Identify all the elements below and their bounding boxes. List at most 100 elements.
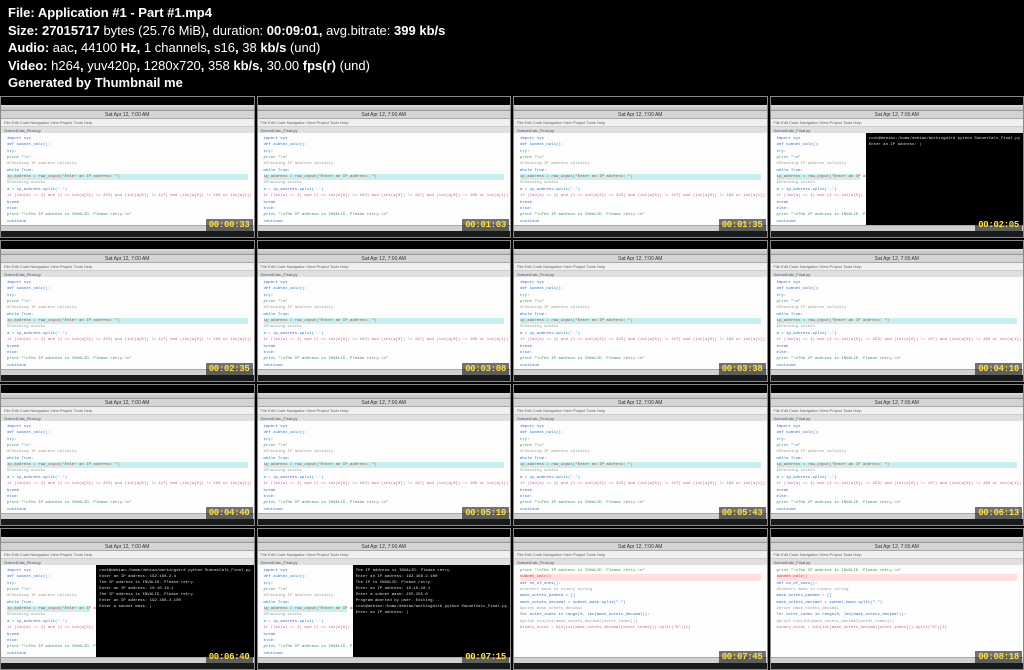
code-editor: print "\nThe IP address is INVALID. Plea…	[514, 565, 767, 661]
menubar: File Edit Code Navigation View Project T…	[771, 407, 1024, 415]
generated-by: Generated by Thumbnail me	[8, 74, 1016, 92]
menubar: File Edit Code Navigation View Project T…	[514, 263, 767, 271]
code-editor: import sysdef subnet_calc(): try: print …	[771, 277, 1024, 373]
timestamp-overlay: 00:04:40	[206, 507, 253, 519]
date-bar: Sat Apr 12, 7:00 AM	[771, 111, 1024, 119]
duration-value: 00:09:01	[267, 23, 319, 38]
file-value: Application #1 - Part #1.mp4	[38, 5, 212, 20]
video-br-unit: kb/s	[233, 58, 259, 73]
timestamp-overlay: 00:02:05	[975, 219, 1022, 231]
timestamp-overlay: 00:08:18	[975, 651, 1022, 663]
timestamp-overlay: 00:02:35	[206, 363, 253, 375]
date-bar: Sat Apr 12, 7:00 AM	[258, 543, 511, 551]
date-bar: Sat Apr 12, 7:00 AM	[258, 111, 511, 119]
menubar: File Edit Code Navigation View Project T…	[514, 119, 767, 127]
timestamp-overlay: 00:00:33	[206, 219, 253, 231]
menubar: File Edit Code Navigation View Project T…	[258, 119, 511, 127]
video-br: 358	[208, 58, 230, 73]
date-bar: Sat Apr 12, 7:00 AM	[258, 255, 511, 263]
audio-ch: 1 channels	[144, 40, 207, 55]
date-bar: Sat Apr 12, 7:00 AM	[514, 399, 767, 407]
audio-s: s16	[214, 40, 235, 55]
editor-body: import sysdef subnet_calc(): try: print …	[258, 565, 511, 661]
timestamp-overlay: 00:03:08	[462, 363, 509, 375]
audio-br: 38	[242, 40, 256, 55]
duration-label: duration:	[213, 23, 264, 38]
menubar: File Edit Code Navigation View Project T…	[514, 407, 767, 415]
menubar: File Edit Code Navigation View Project T…	[771, 551, 1024, 559]
menubar: File Edit Code Navigation View Project T…	[514, 551, 767, 559]
terminal-panel: root@debian:/home/debian/workingdir# pyt…	[96, 565, 253, 661]
audio-und: (und)	[290, 40, 320, 55]
editor-body: print "\nThe IP address is INVALID. Plea…	[514, 565, 767, 661]
thumbnail: Sat Apr 12, 7:00 AMFile Edit Code Naviga…	[0, 96, 255, 238]
editor-body: import sysdef subnet_calc(): try: print …	[258, 421, 511, 517]
editor-body: import sysdef subnet_calc(): try: print …	[771, 421, 1024, 517]
code-editor: import sysdef subnet_calc(): try: print …	[258, 565, 353, 661]
editor-body: import sysdef subnet_calc(): try: print …	[514, 421, 767, 517]
file-label: File:	[8, 5, 35, 20]
menubar: File Edit Code Navigation View Project T…	[771, 263, 1024, 271]
video-res: 1280x720	[144, 58, 201, 73]
audio-codec: aac	[53, 40, 74, 55]
timestamp-overlay: 00:07:15	[462, 651, 509, 663]
menubar: File Edit Code Navigation View Project T…	[1, 263, 254, 271]
video-fps-unit: fps(r)	[303, 58, 336, 73]
date-bar: Sat Apr 12, 7:00 AM	[1, 255, 254, 263]
audio-br-unit: kb/s	[260, 40, 286, 55]
code-editor: import sysdef subnet_calc(): try: print …	[771, 133, 866, 229]
thumbnail: Sat Apr 12, 7:00 AMFile Edit Code Naviga…	[257, 384, 512, 526]
code-editor: import sysdef subnet_calc(): try: print …	[514, 421, 767, 517]
bitrate-unit: kb/s	[419, 23, 445, 38]
editor-body: import sysdef subnet_calc(): try: print …	[1, 277, 254, 373]
video-fps: 30.00	[267, 58, 300, 73]
code-editor: import sysdef subnet_calc(): try: print …	[1, 421, 254, 517]
metadata-header: File: Application #1 - Part #1.mp4 Size:…	[0, 0, 1024, 96]
code-editor: import sysdef subnet_calc(): try: print …	[258, 277, 511, 373]
editor-body: import sysdef subnet_calc(): try: print …	[514, 277, 767, 373]
thumbnail: Sat Apr 12, 7:00 AMFile Edit Code Naviga…	[0, 240, 255, 382]
date-bar: Sat Apr 12, 7:00 AM	[1, 399, 254, 407]
size-unit: bytes	[103, 23, 134, 38]
editor-body: import sysdef subnet_calc(): try: print …	[1, 565, 254, 661]
size-mb: (25.76 MiB)	[138, 23, 205, 38]
thumbnail: Sat Apr 12, 7:00 AMFile Edit Code Naviga…	[770, 96, 1024, 238]
code-editor: import sysdef subnet_calc(): try: print …	[258, 421, 511, 517]
menubar: File Edit Code Navigation View Project T…	[258, 551, 511, 559]
code-editor: import sysdef subnet_calc(): try: print …	[1, 277, 254, 373]
audio-hz-unit: Hz	[121, 40, 137, 55]
thumbnail: Sat Apr 12, 7:00 AMFile Edit Code Naviga…	[770, 384, 1024, 526]
bitrate-value: 399	[394, 23, 416, 38]
size-label: Size:	[8, 23, 38, 38]
thumbnail: Sat Apr 12, 7:00 AMFile Edit Code Naviga…	[770, 528, 1024, 670]
menubar: File Edit Code Navigation View Project T…	[1, 551, 254, 559]
date-bar: Sat Apr 12, 7:00 AM	[771, 399, 1024, 407]
date-bar: Sat Apr 12, 7:00 AM	[771, 543, 1024, 551]
date-bar: Sat Apr 12, 7:00 AM	[514, 543, 767, 551]
video-label: Video:	[8, 58, 48, 73]
audio-hz: 44100	[81, 40, 117, 55]
editor-body: import sysdef subnet_calc(): try: print …	[771, 133, 1024, 229]
thumbnail: Sat Apr 12, 7:00 AMFile Edit Code Naviga…	[0, 528, 255, 670]
date-bar: Sat Apr 12, 7:00 AM	[771, 255, 1024, 263]
video-und: (und)	[340, 58, 370, 73]
code-editor: print "\nThe IP address is INVALID. Plea…	[771, 565, 1024, 661]
thumbnail: Sat Apr 12, 7:00 AMFile Edit Code Naviga…	[257, 96, 512, 238]
code-editor: import sysdef subnet_calc(): try: print …	[771, 421, 1024, 517]
bitrate-label: avg.bitrate:	[326, 23, 390, 38]
editor-body: print "\nThe IP address is INVALID. Plea…	[771, 565, 1024, 661]
menubar: File Edit Code Navigation View Project T…	[1, 119, 254, 127]
terminal-panel: The IP address is INVALID. Please retry.…	[353, 565, 510, 661]
timestamp-overlay: 00:05:43	[719, 507, 766, 519]
menubar: File Edit Code Navigation View Project T…	[258, 407, 511, 415]
video-pix: yuv420p	[87, 58, 136, 73]
thumbnail: Sat Apr 12, 7:00 AMFile Edit Code Naviga…	[513, 384, 768, 526]
thumbnail: Sat Apr 12, 7:00 AMFile Edit Code Naviga…	[513, 528, 768, 670]
code-editor: import sysdef subnet_calc(): try: print …	[514, 277, 767, 373]
date-bar: Sat Apr 12, 7:00 AM	[1, 111, 254, 119]
code-editor: import sysdef subnet_calc(): try: print …	[258, 133, 511, 229]
timestamp-overlay: 00:03:38	[719, 363, 766, 375]
menubar: File Edit Code Navigation View Project T…	[771, 119, 1024, 127]
code-editor: import sysdef subnet_calc(): try: print …	[1, 133, 254, 229]
thumbnail-grid: Sat Apr 12, 7:00 AMFile Edit Code Naviga…	[0, 96, 1024, 670]
